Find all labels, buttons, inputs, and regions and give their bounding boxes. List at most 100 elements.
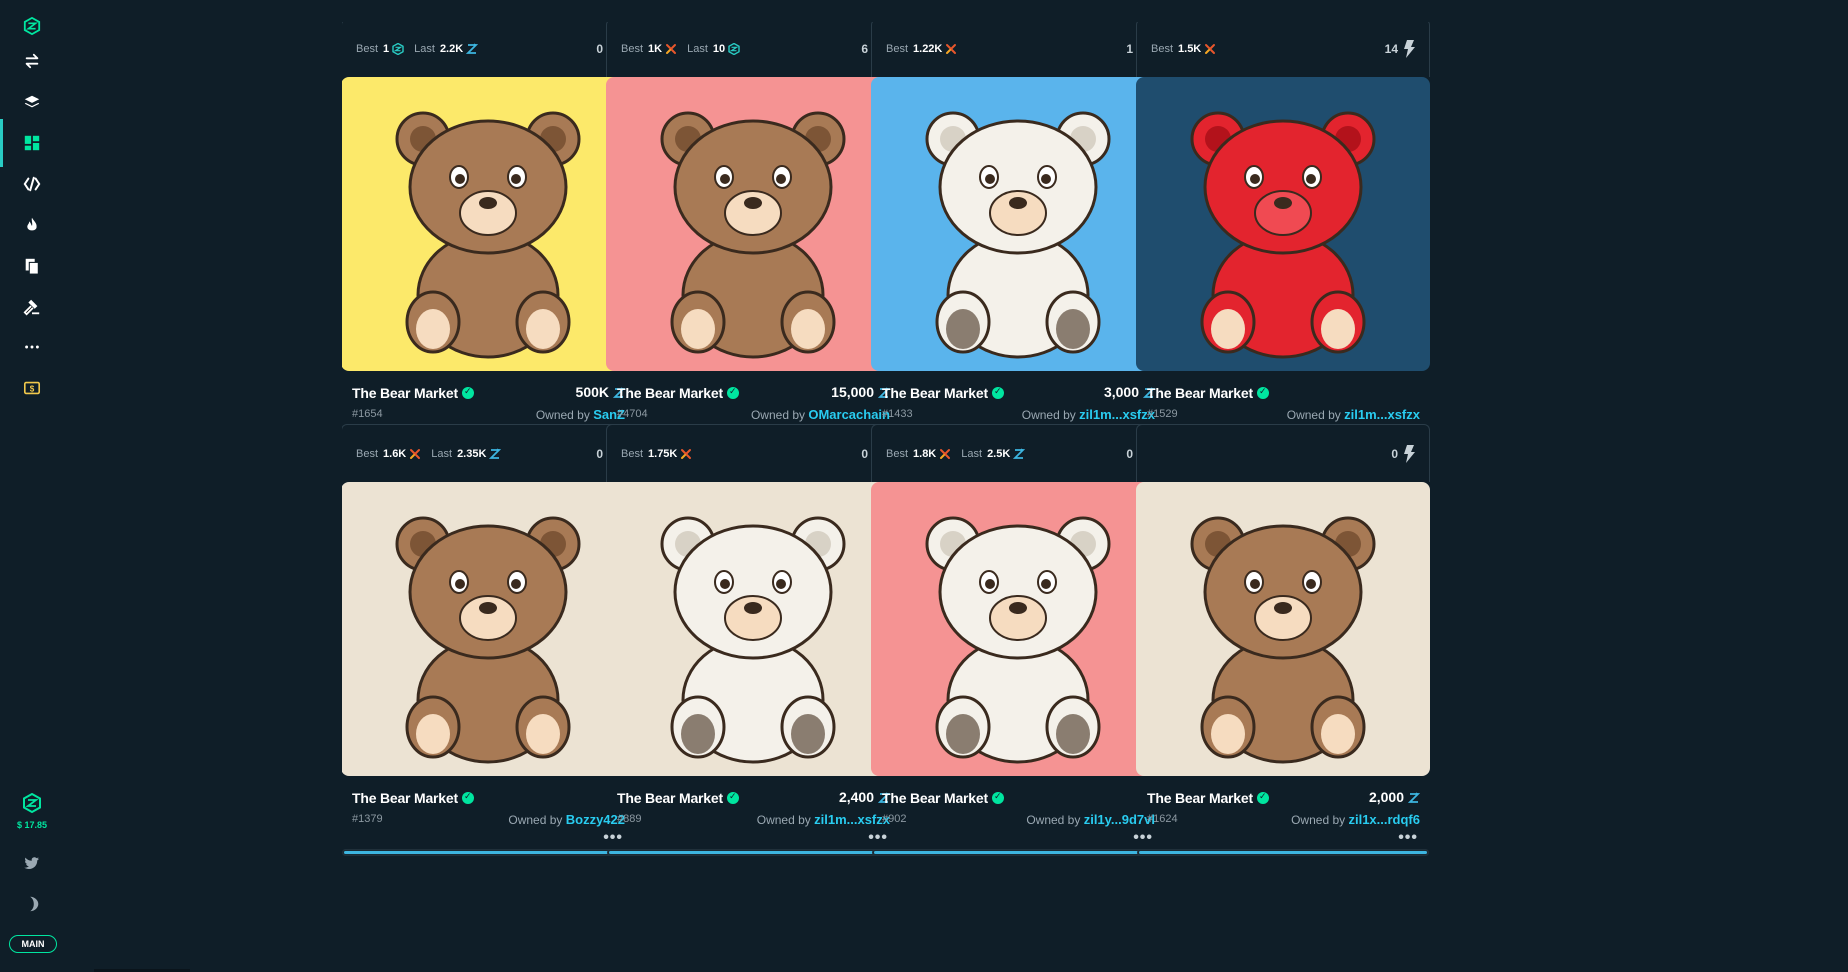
last-currency-icon bbox=[1013, 448, 1026, 460]
nft-image[interactable] bbox=[871, 77, 1165, 371]
nft-card[interactable]: Best 1.75K 0 The Bear Market 2,400 #889 … bbox=[606, 424, 900, 882]
layers-icon[interactable] bbox=[0, 82, 64, 122]
collection-name[interactable]: The Bear Market bbox=[1147, 790, 1269, 806]
like-count: 1 bbox=[1126, 41, 1133, 56]
network-badge[interactable]: MAIN bbox=[9, 935, 57, 953]
token-id: #1433 bbox=[882, 408, 913, 420]
best-currency-icon bbox=[945, 43, 957, 55]
owned-by-label: Owned by bbox=[1026, 813, 1081, 827]
best-price: 1.8K bbox=[913, 447, 937, 460]
owner-info: Owned by zil1m...xsfzx bbox=[1022, 407, 1155, 422]
zil-logo-icon bbox=[23, 792, 41, 814]
best-label: Best bbox=[356, 447, 379, 460]
card-bottom-bar bbox=[1138, 850, 1428, 855]
price-currency-icon bbox=[1408, 384, 1420, 396]
bolt-icon bbox=[1404, 39, 1415, 58]
dollar-icon[interactable]: $ bbox=[0, 368, 64, 408]
nft-card[interactable]: Best 1.6K Last 2.35K 0 The Bear Market #… bbox=[342, 424, 635, 882]
verified-icon bbox=[726, 386, 739, 400]
dashboard-icon[interactable] bbox=[0, 119, 64, 167]
last-label: Last bbox=[414, 42, 435, 55]
more-icon[interactable] bbox=[0, 327, 64, 367]
last-price: 2.5K bbox=[987, 447, 1011, 460]
best-currency-icon bbox=[1159, 448, 1171, 460]
collection-name[interactable]: The Bear Market bbox=[882, 790, 1004, 806]
card-header: Best 1.22K 1 bbox=[871, 22, 1165, 77]
like-button[interactable]: 14 bbox=[1384, 39, 1415, 58]
bolt-icon bbox=[1404, 444, 1415, 463]
last-currency-icon bbox=[728, 42, 740, 55]
price-currency-icon bbox=[1407, 791, 1421, 803]
collection-name[interactable]: The Bear Market bbox=[1147, 385, 1269, 401]
token-price: 2,000 bbox=[1369, 789, 1421, 805]
best-currency-icon bbox=[1204, 43, 1216, 55]
svg-text:$: $ bbox=[30, 385, 35, 394]
best-currency-icon bbox=[409, 448, 421, 460]
nft-image[interactable] bbox=[342, 77, 635, 371]
verified-icon bbox=[461, 791, 474, 805]
card-bottom-bar bbox=[608, 850, 898, 855]
best-price: 1.22K bbox=[913, 42, 943, 55]
best-price: 1.6K bbox=[383, 447, 407, 460]
card-header: Best 1.8K Last 2.5K 0 bbox=[871, 424, 1165, 482]
best-price: 1K bbox=[648, 42, 663, 55]
card-header: 0 bbox=[1136, 424, 1430, 482]
twitter-icon[interactable] bbox=[0, 843, 64, 883]
collection-name[interactable]: The Bear Market bbox=[617, 790, 739, 806]
like-count: 14 bbox=[1384, 41, 1398, 56]
like-count: 0 bbox=[861, 446, 868, 461]
nft-card[interactable]: Best 1.5K 14 The Bear Market #1529 Owned… bbox=[1136, 22, 1430, 477]
more-options-button[interactable]: ••• bbox=[1398, 829, 1418, 847]
like-button[interactable]: 0 bbox=[1391, 444, 1415, 463]
nft-card[interactable]: Best 1 Last 2.2K 0 The Bear Market 500K … bbox=[342, 22, 635, 477]
nft-card[interactable]: Best 1.22K 1 The Bear Market 3,000 #1433… bbox=[871, 22, 1165, 477]
bridge-icon[interactable] bbox=[0, 164, 64, 204]
card-info: The Bear Market #1379 Owned by Bozzy422 … bbox=[342, 776, 635, 882]
moon-icon[interactable] bbox=[0, 884, 64, 924]
card-header: Best 1K Last 10 6 bbox=[606, 22, 900, 77]
like-count: 0 bbox=[596, 446, 603, 461]
last-currency-icon bbox=[710, 448, 722, 460]
nft-image[interactable] bbox=[606, 482, 900, 776]
nft-image[interactable] bbox=[1136, 482, 1430, 776]
nft-image[interactable] bbox=[871, 482, 1165, 776]
collection-name[interactable]: The Bear Market bbox=[882, 385, 1004, 401]
nft-image[interactable] bbox=[606, 77, 900, 371]
last-currency-icon bbox=[1234, 43, 1246, 55]
collection-name[interactable]: The Bear Market bbox=[352, 790, 474, 806]
owner-link[interactable]: zil1x...rdqf6 bbox=[1348, 812, 1420, 827]
last-label: Last bbox=[961, 447, 983, 460]
owner-link[interactable]: zil1m...xsfzx bbox=[1344, 407, 1420, 422]
owned-by-label: Owned by bbox=[535, 408, 590, 422]
best-price: 1 bbox=[383, 42, 390, 55]
last-currency-icon bbox=[466, 43, 479, 55]
owned-by-label: Owned by bbox=[1286, 408, 1341, 422]
nft-card[interactable]: 0 The Bear Market 2,000 #1624 Owned by z… bbox=[1136, 424, 1430, 882]
owned-by-label: Owned by bbox=[1291, 813, 1346, 827]
nft-card[interactable]: Best 1.8K Last 2.5K 0 The Bear Market #9… bbox=[871, 424, 1165, 882]
token-id: #902 bbox=[882, 813, 907, 825]
last-currency-icon bbox=[1189, 448, 1201, 460]
best-label: Best bbox=[356, 42, 379, 55]
logo-icon[interactable] bbox=[0, 6, 64, 46]
like-count: 0 bbox=[1391, 446, 1398, 461]
token-id: #1624 bbox=[1147, 813, 1178, 825]
collection-name[interactable]: The Bear Market bbox=[352, 385, 474, 401]
collection-name[interactable]: The Bear Market bbox=[617, 385, 739, 401]
last-price: 10 bbox=[712, 42, 726, 55]
verified-icon bbox=[726, 791, 739, 805]
nft-image[interactable] bbox=[1136, 77, 1430, 371]
nft-image[interactable] bbox=[342, 482, 635, 776]
swap-icon[interactable] bbox=[0, 41, 64, 81]
last-currency-icon bbox=[489, 448, 502, 460]
best-currency-icon bbox=[939, 448, 951, 460]
owned-by-label: Owned by bbox=[756, 813, 811, 827]
nft-card[interactable]: Best 1K Last 10 6 The Bear Market 15,000… bbox=[606, 22, 900, 477]
balance-widget[interactable]: $ 17.85 bbox=[0, 792, 64, 830]
fire-icon[interactable] bbox=[0, 205, 64, 245]
card-bottom-bar bbox=[873, 850, 1163, 855]
verified-icon bbox=[991, 386, 1004, 400]
documents-icon[interactable] bbox=[0, 246, 64, 286]
card-header: Best 1.6K Last 2.35K 0 bbox=[342, 424, 635, 482]
auction-icon[interactable] bbox=[0, 287, 64, 327]
